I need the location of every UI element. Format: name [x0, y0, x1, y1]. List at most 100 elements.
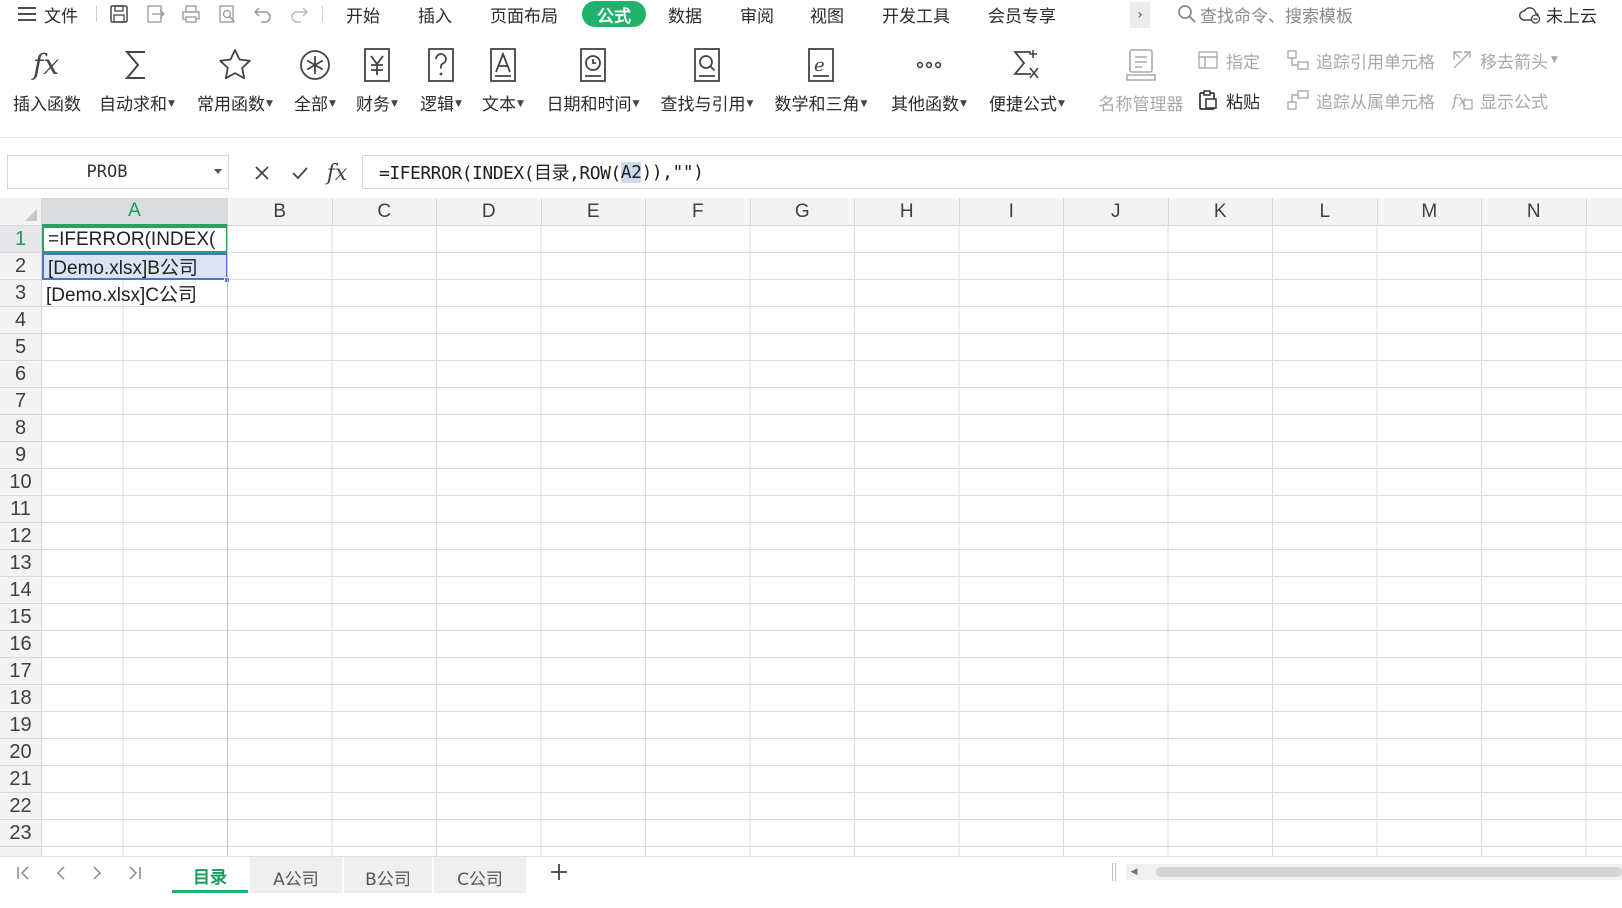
row-header-13[interactable]: 13: [0, 550, 41, 577]
scrollbar-thumb[interactable]: [1156, 867, 1622, 877]
row-header-14[interactable]: 14: [0, 577, 41, 604]
assign-button[interactable]: 指定: [1196, 46, 1260, 74]
row-header-5[interactable]: 5: [0, 334, 41, 361]
trace-precedents-label: 追踪引用单元格: [1316, 52, 1435, 73]
tab-split-handle[interactable]: [1112, 863, 1116, 881]
column-header-i[interactable]: I: [960, 198, 1064, 226]
row-header-4[interactable]: 4: [0, 307, 41, 334]
next-sheet-button[interactable]: [84, 861, 110, 885]
cancel-formula-button[interactable]: [249, 160, 275, 186]
file-menu-label: 文件: [44, 6, 78, 27]
row-header-22[interactable]: 22: [0, 793, 41, 820]
name-box[interactable]: PROB: [7, 155, 229, 189]
column-header-k[interactable]: K: [1169, 198, 1273, 226]
math-trig-button[interactable]: e 数学和三角▼: [766, 44, 876, 128]
row-header-16[interactable]: 16: [0, 631, 41, 658]
add-sheet-button[interactable]: [546, 859, 572, 885]
select-all-button[interactable]: [0, 198, 42, 226]
quick-formula-button[interactable]: 便捷公式▼: [972, 44, 1082, 128]
row-header-17[interactable]: 17: [0, 658, 41, 685]
row-header-20[interactable]: 20: [0, 739, 41, 766]
other-functions-button[interactable]: 其他函数▼: [874, 44, 984, 128]
sheet-tab-company-b[interactable]: B公司: [344, 857, 432, 893]
column-header-l[interactable]: L: [1273, 198, 1378, 226]
tab-developer[interactable]: 开发工具: [882, 0, 950, 28]
search-commands[interactable]: 查找命令、搜索模板: [1176, 0, 1353, 28]
column-header-m[interactable]: M: [1378, 198, 1482, 226]
column-header-n[interactable]: N: [1482, 198, 1587, 226]
cloud-status[interactable]: 未上云: [1518, 0, 1597, 28]
row-header-1[interactable]: 1: [0, 226, 41, 253]
undo-icon[interactable]: [252, 3, 274, 25]
more-tabs-button[interactable]: ›: [1130, 2, 1150, 28]
export-icon[interactable]: [144, 3, 166, 25]
paste-button[interactable]: 粘贴: [1196, 86, 1260, 114]
fx-icon[interactable]: fx: [322, 160, 352, 186]
row-header-18[interactable]: 18: [0, 685, 41, 712]
save-icon[interactable]: [108, 3, 130, 25]
column-header-a[interactable]: A: [42, 198, 228, 226]
row-header-2[interactable]: 2: [0, 253, 41, 280]
column-header-h[interactable]: H: [855, 198, 960, 226]
chevron-down-icon[interactable]: [214, 169, 222, 174]
formula-input[interactable]: =IFERROR(INDEX(目录,ROW(A2)),""): [362, 155, 1622, 189]
tab-home[interactable]: 开始: [346, 0, 380, 28]
assign-label: 指定: [1226, 52, 1260, 73]
confirm-formula-button[interactable]: [287, 160, 313, 186]
column-header-b[interactable]: B: [228, 198, 333, 226]
date-time-functions-button[interactable]: 日期和时间▼: [538, 44, 648, 128]
row-header-8[interactable]: 8: [0, 415, 41, 442]
redo-icon[interactable]: [288, 3, 310, 25]
tab-review[interactable]: 审阅: [740, 0, 774, 28]
tab-formulas[interactable]: 公式: [582, 1, 646, 27]
tab-view[interactable]: 视图: [810, 0, 844, 28]
sheet-tab-company-c[interactable]: C公司: [434, 857, 526, 893]
cell-a3[interactable]: [Demo.xlsx]C公司: [42, 280, 228, 307]
row-header-19[interactable]: 19: [0, 712, 41, 739]
magnifier-doc-icon: [694, 48, 720, 82]
row-header-7[interactable]: 7: [0, 388, 41, 415]
row-header-11[interactable]: 11: [0, 496, 41, 523]
column-header-e[interactable]: E: [542, 198, 646, 226]
first-sheet-icon: [17, 866, 29, 880]
row-header-9[interactable]: 9: [0, 442, 41, 469]
row-header-15[interactable]: 15: [0, 604, 41, 631]
last-sheet-button[interactable]: [122, 861, 148, 885]
scroll-left-icon[interactable]: ◀: [1128, 866, 1140, 878]
column-header-f[interactable]: F: [646, 198, 751, 226]
column-header-g[interactable]: G: [751, 198, 855, 226]
print-preview-icon[interactable]: [216, 3, 238, 25]
name-manager-button[interactable]: 名称管理器: [1086, 44, 1196, 128]
tab-membership[interactable]: 会员专享: [988, 0, 1056, 28]
column-header-c[interactable]: C: [333, 198, 437, 226]
row-header-3[interactable]: 3: [0, 280, 41, 307]
column-header-j[interactable]: J: [1064, 198, 1169, 226]
sheet-tab-directory[interactable]: 目录: [172, 857, 248, 893]
file-menu[interactable]: 文件: [16, 0, 78, 28]
column-header-d[interactable]: D: [437, 198, 542, 226]
tab-page-layout[interactable]: 页面布局: [490, 0, 558, 28]
row-header-6[interactable]: 6: [0, 361, 41, 388]
show-formulas-button[interactable]: fx 显示公式: [1450, 86, 1548, 114]
print-icon[interactable]: [180, 3, 202, 25]
row-header-12[interactable]: 12: [0, 523, 41, 550]
row-header-21[interactable]: 21: [0, 766, 41, 793]
previous-sheet-button[interactable]: [48, 861, 74, 885]
horizontal-scrollbar[interactable]: ◀: [1126, 864, 1622, 880]
trace-dependents-button[interactable]: 追踪从属单元格: [1286, 86, 1435, 114]
lookup-reference-button[interactable]: 查找与引用▼: [652, 44, 762, 128]
cloud-icon: [1519, 7, 1541, 24]
row-header-10[interactable]: 10: [0, 469, 41, 496]
cell-a1-editing[interactable]: =IFERROR(INDEX(: [42, 226, 228, 253]
remove-arrows-button[interactable]: 移去箭头 ▼: [1450, 46, 1558, 74]
tab-insert[interactable]: 插入: [418, 0, 452, 28]
cell-area[interactable]: =IFERROR(INDEX( [Demo.xlsx]B公司 [Demo.xls…: [42, 226, 1622, 856]
trace-precedents-button[interactable]: 追踪引用单元格: [1286, 46, 1435, 74]
paste-label: 粘贴: [1226, 92, 1260, 113]
cell-a2-referenced[interactable]: [Demo.xlsx]B公司: [42, 253, 228, 280]
sheet-tab-company-a[interactable]: A公司: [250, 857, 342, 893]
autosum-button[interactable]: 自动求和▼: [82, 44, 192, 128]
tab-data[interactable]: 数据: [668, 0, 702, 28]
first-sheet-button[interactable]: [10, 861, 36, 885]
row-header-23[interactable]: 23: [0, 820, 41, 847]
